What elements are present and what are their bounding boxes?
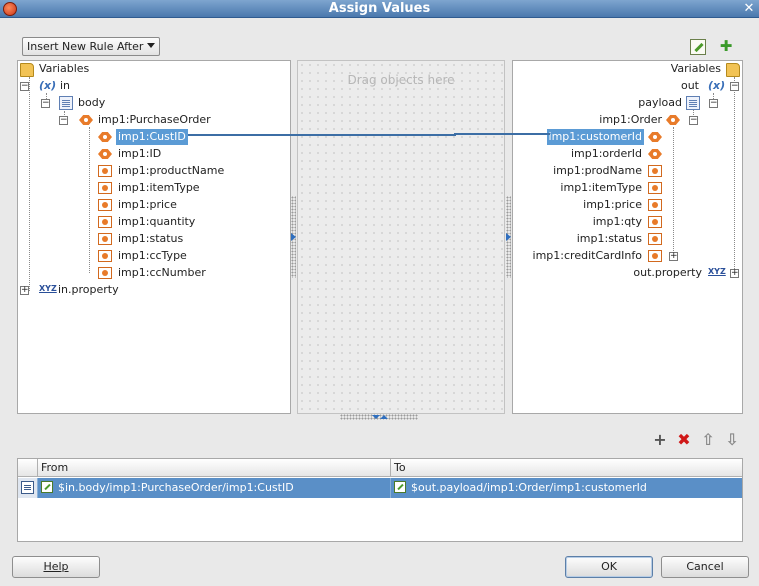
tree-node-in-property[interactable]: + XYZ in.property xyxy=(18,282,158,298)
tree-node-body[interactable]: − body xyxy=(18,95,158,111)
tree-guide xyxy=(89,127,90,273)
xpath-function-icon[interactable]: ✚ xyxy=(718,38,734,54)
element-icon xyxy=(79,115,93,125)
expand-left-icon[interactable] xyxy=(291,233,296,241)
tree-node-out[interactable]: out (x) − xyxy=(652,78,742,94)
collapse-down-icon[interactable] xyxy=(372,415,380,419)
tree-node-in[interactable]: − (x) in xyxy=(18,78,138,94)
mapping-line[interactable] xyxy=(454,133,550,135)
element-icon xyxy=(666,115,680,125)
attribute-icon xyxy=(98,199,112,211)
collapse-icon[interactable]: − xyxy=(41,99,50,108)
expand-icon[interactable]: + xyxy=(730,269,739,278)
tree-node-status[interactable]: imp1:status xyxy=(98,231,278,247)
attribute-icon xyxy=(98,250,112,262)
tree-node-productname[interactable]: imp1:productName xyxy=(98,163,278,179)
source-tree-panel: Variables − (x) in − body − imp1:Purchas… xyxy=(17,60,291,414)
window-title: Assign Values xyxy=(328,1,431,16)
expression-icon xyxy=(41,481,53,493)
variable-icon: (x) xyxy=(39,79,57,92)
tree-node-creditcardinfo[interactable]: imp1:creditCardInfo + xyxy=(518,248,678,264)
document-icon xyxy=(59,96,73,110)
tree-node-purchase-order[interactable]: − imp1:PurchaseOrder xyxy=(18,112,238,128)
table-row[interactable]: $in.body/imp1:PurchaseOrder/imp1:CustID … xyxy=(18,478,742,498)
row-header-column xyxy=(18,459,38,477)
property-icon: XYZ xyxy=(39,284,57,293)
collapse-icon[interactable]: − xyxy=(59,116,68,125)
attribute-icon xyxy=(648,182,662,194)
close-button[interactable]: ✕ xyxy=(741,1,757,16)
drag-hint: Drag objects here xyxy=(347,73,455,87)
tree-node-cctype[interactable]: imp1:ccType xyxy=(98,248,278,264)
collapse-icon[interactable]: − xyxy=(730,82,739,91)
column-header-to[interactable]: To xyxy=(391,459,742,477)
element-icon xyxy=(98,149,112,159)
variable-icon: (x) xyxy=(708,79,726,92)
function-canvas[interactable]: Drag objects here xyxy=(297,60,505,414)
mapping-line[interactable] xyxy=(188,134,456,136)
attribute-icon xyxy=(648,216,662,228)
tree-node-customerid[interactable]: imp1:customerId xyxy=(522,129,662,145)
tree-node-out-property[interactable]: out.property XYZ + xyxy=(612,265,742,281)
tree-node-orderid[interactable]: imp1:orderId xyxy=(522,146,662,162)
attribute-icon xyxy=(98,267,112,279)
attribute-icon xyxy=(648,165,662,177)
expression-icon xyxy=(394,481,406,493)
tree-node-itemtype-target[interactable]: imp1:itemType xyxy=(522,180,662,196)
element-icon xyxy=(648,149,662,159)
target-tree-panel: Variables out (x) − payload − imp1:Order… xyxy=(512,60,743,414)
attribute-icon xyxy=(98,216,112,228)
collapse-icon[interactable]: − xyxy=(709,99,718,108)
collapse-up-icon[interactable] xyxy=(380,415,388,419)
tree-node-price-target[interactable]: imp1:price xyxy=(522,197,662,213)
tree-node-price[interactable]: imp1:price xyxy=(98,197,278,213)
edit-expression-icon[interactable] xyxy=(690,39,706,55)
property-icon: XYZ xyxy=(708,267,726,276)
insert-mode-value: Insert New Rule After xyxy=(27,40,144,53)
expand-icon[interactable]: + xyxy=(20,286,29,295)
row-header[interactable] xyxy=(18,478,38,498)
tree-node-ccnumber[interactable]: imp1:ccNumber xyxy=(98,265,278,281)
cancel-button[interactable]: Cancel xyxy=(661,556,749,578)
delete-rule-icon[interactable]: ✖ xyxy=(676,432,692,448)
to-cell[interactable]: $out.payload/imp1:Order/imp1:customerId xyxy=(391,478,742,498)
tree-node-qty[interactable]: imp1:qty xyxy=(522,214,662,230)
element-icon xyxy=(98,132,112,142)
attribute-icon xyxy=(98,165,112,177)
insert-mode-dropdown[interactable]: Insert New Rule After xyxy=(22,37,160,56)
rules-table: From To $in.body/imp1:PurchaseOrder/imp1… xyxy=(17,458,743,542)
from-cell[interactable]: $in.body/imp1:PurchaseOrder/imp1:CustID xyxy=(38,478,391,498)
expand-right-icon[interactable] xyxy=(506,233,511,241)
move-down-icon[interactable]: ⇩ xyxy=(724,432,740,448)
tree-guide xyxy=(673,127,674,257)
chevron-down-icon xyxy=(147,43,155,48)
element-icon xyxy=(648,132,662,142)
tree-node-quantity[interactable]: imp1:quantity xyxy=(98,214,278,230)
tree-node-prodname[interactable]: imp1:prodName xyxy=(522,163,662,179)
attribute-icon xyxy=(648,233,662,245)
title-bar: Assign Values ✕ xyxy=(0,0,759,18)
attribute-icon xyxy=(648,250,662,262)
folder-icon xyxy=(20,63,34,77)
help-button[interactable]: Help xyxy=(12,556,100,578)
folder-icon xyxy=(726,63,740,77)
row-icon xyxy=(21,481,34,494)
ok-button[interactable]: OK xyxy=(565,556,653,578)
attribute-icon xyxy=(98,182,112,194)
collapse-icon[interactable]: − xyxy=(20,82,29,91)
move-up-icon[interactable]: ⇧ xyxy=(700,432,716,448)
attribute-icon xyxy=(648,199,662,211)
expand-icon[interactable]: + xyxy=(669,252,678,261)
attribute-icon xyxy=(98,233,112,245)
tree-node-itemtype[interactable]: imp1:itemType xyxy=(98,180,278,196)
tree-node-payload[interactable]: payload − xyxy=(622,95,742,111)
variables-root-target[interactable]: Variables xyxy=(650,61,740,77)
column-header-from[interactable]: From xyxy=(38,459,391,477)
tree-node-order[interactable]: imp1:Order − xyxy=(582,112,742,128)
add-rule-icon[interactable]: + xyxy=(652,432,668,448)
collapse-icon[interactable]: − xyxy=(689,116,698,125)
tree-node-status-target[interactable]: imp1:status xyxy=(522,231,662,247)
document-icon xyxy=(686,96,700,110)
